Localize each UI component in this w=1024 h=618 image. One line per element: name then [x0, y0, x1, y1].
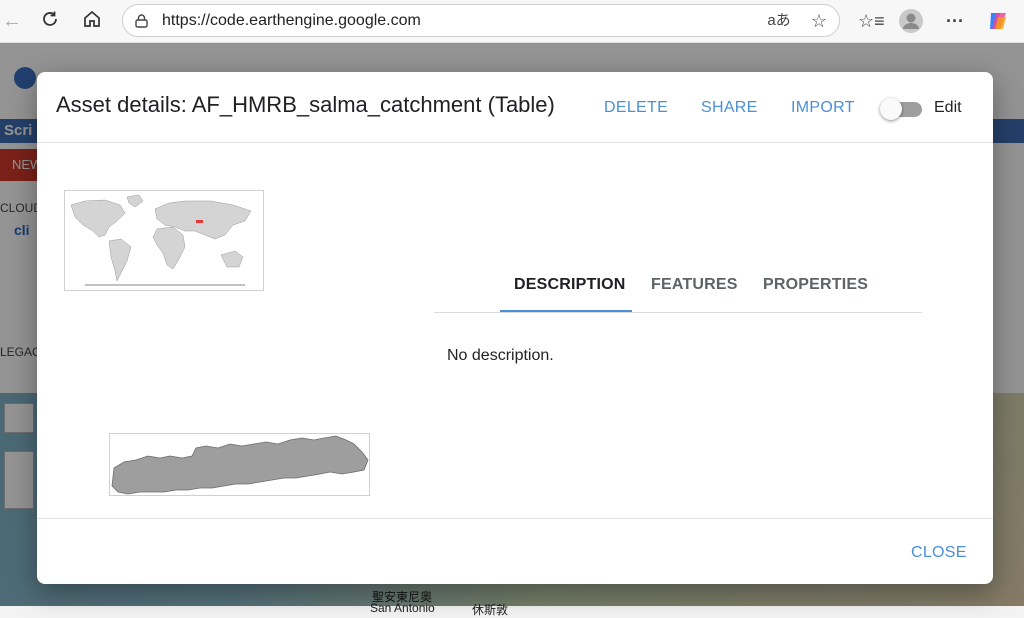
address-bar[interactable]: https://code.earthengine.google.com aあ ☆ — [122, 4, 840, 37]
tabs-baseline — [434, 312, 922, 313]
read-aloud-icon[interactable]: aあ — [767, 9, 791, 33]
edit-label: Edit — [934, 99, 962, 116]
close-button[interactable]: CLOSE — [911, 544, 967, 562]
import-button[interactable]: IMPORT — [791, 99, 855, 117]
footprint-highlight — [196, 220, 203, 223]
catchment-shape — [111, 435, 369, 495]
lock-icon[interactable] — [135, 14, 148, 28]
tab-features[interactable]: FEATURES — [651, 276, 738, 294]
world-map-icon — [65, 191, 263, 290]
copilot-icon[interactable] — [986, 9, 1010, 33]
delete-button[interactable]: DELETE — [604, 99, 668, 117]
browser-toolbar: ← https://code.earthengine.google.com aあ… — [0, 0, 1024, 43]
toggle-thumb — [880, 98, 902, 120]
more-icon[interactable]: ··· — [943, 9, 967, 33]
dialog-content: ? DESCRIPTION FEATURES PROPERTIES No des… — [37, 143, 957, 507]
catchment-shape-thumbnail — [109, 433, 370, 496]
favorites-list-icon[interactable]: ☆≡ — [858, 9, 885, 33]
active-tab-indicator — [500, 310, 632, 312]
asset-details-dialog: Asset details: AF_HMRB_salma_catchment (… — [37, 72, 993, 584]
url-text: https://code.earthengine.google.com — [162, 12, 421, 29]
asset-footprint-thumbnail — [64, 190, 264, 291]
favorite-star-icon[interactable]: ☆ — [807, 9, 831, 33]
home-icon[interactable] — [80, 9, 104, 33]
profile-avatar-icon[interactable] — [899, 9, 923, 33]
tab-description[interactable]: DESCRIPTION — [514, 276, 626, 294]
back-icon[interactable]: ← — [0, 9, 24, 33]
footer-divider — [37, 518, 993, 519]
share-button[interactable]: SHARE — [701, 99, 758, 117]
dialog-title: Asset details: AF_HMRB_salma_catchment (… — [56, 92, 555, 117]
tab-properties[interactable]: PROPERTIES — [763, 276, 868, 294]
description-text: No description. — [447, 347, 554, 364]
edit-toggle[interactable] — [880, 97, 924, 121]
refresh-icon[interactable] — [38, 9, 62, 33]
vertical-scrollbar[interactable] — [955, 243, 957, 507]
